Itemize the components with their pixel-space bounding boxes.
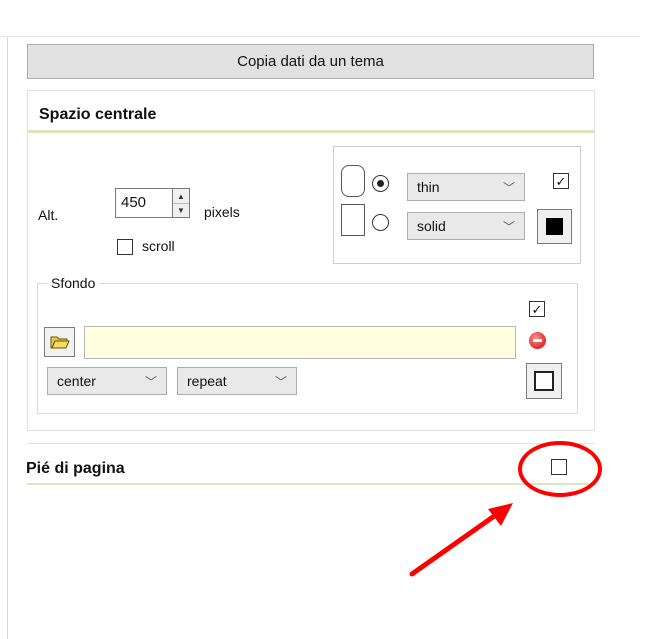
- center-section-underline: [28, 130, 594, 133]
- chevron-down-icon: ﹀: [502, 220, 515, 234]
- square-corner-icon: [341, 204, 365, 236]
- background-repeat-select[interactable]: repeat ﹀: [177, 367, 297, 395]
- copy-theme-button[interactable]: Copia dati da un tema: [27, 44, 594, 79]
- background-image-path-input[interactable]: [84, 326, 516, 359]
- height-spinner[interactable]: ▲ ▼: [172, 188, 190, 218]
- top-divider: [0, 36, 640, 37]
- footer-section-underline: [27, 483, 595, 485]
- background-position-value: center: [57, 373, 96, 389]
- chevron-down-icon: ﹀: [502, 181, 515, 195]
- background-legend: Sfondo: [47, 275, 100, 291]
- background-position-select[interactable]: center ﹀: [47, 367, 167, 395]
- spin-up-icon[interactable]: ▲: [173, 189, 189, 204]
- footer-section-top-border: [27, 443, 595, 444]
- rounded-corner-radio[interactable]: [372, 175, 389, 192]
- border-style-value: solid: [417, 218, 446, 234]
- center-section-title: Spazio centrale: [39, 106, 157, 123]
- scroll-checkbox[interactable]: [117, 239, 133, 255]
- background-enabled-checkbox[interactable]: ✓: [529, 301, 545, 317]
- footer-section-title: Pié di pagina: [26, 460, 125, 477]
- browse-folder-button[interactable]: [44, 327, 75, 357]
- chevron-down-icon: ﹀: [144, 375, 157, 389]
- border-enabled-checkbox[interactable]: ✓: [553, 173, 569, 189]
- border-color-swatch: [546, 218, 563, 235]
- border-width-value: thin: [417, 179, 440, 195]
- border-style-select[interactable]: solid ﹀: [407, 212, 525, 240]
- background-repeat-value: repeat: [187, 373, 227, 389]
- folder-open-icon: [50, 336, 70, 349]
- square-corner-radio[interactable]: [372, 214, 389, 231]
- height-input[interactable]: 450: [115, 188, 173, 218]
- pixels-label: pixels: [204, 204, 240, 220]
- border-style-panel: [333, 146, 581, 264]
- background-color-button[interactable]: [526, 363, 562, 399]
- height-label: Alt.: [38, 207, 59, 223]
- spin-down-icon[interactable]: ▼: [173, 203, 189, 217]
- annotation-circle: [518, 441, 602, 497]
- border-color-button[interactable]: [537, 209, 572, 244]
- background-color-swatch: [534, 371, 554, 391]
- scroll-label: scroll: [142, 238, 175, 254]
- border-width-select[interactable]: thin ﹀: [407, 173, 525, 201]
- chevron-down-icon: ﹀: [274, 375, 287, 389]
- left-divider: [7, 37, 8, 639]
- annotation-arrow-icon: [409, 503, 513, 577]
- rounded-corner-icon: [341, 165, 365, 197]
- remove-image-icon[interactable]: [529, 332, 546, 349]
